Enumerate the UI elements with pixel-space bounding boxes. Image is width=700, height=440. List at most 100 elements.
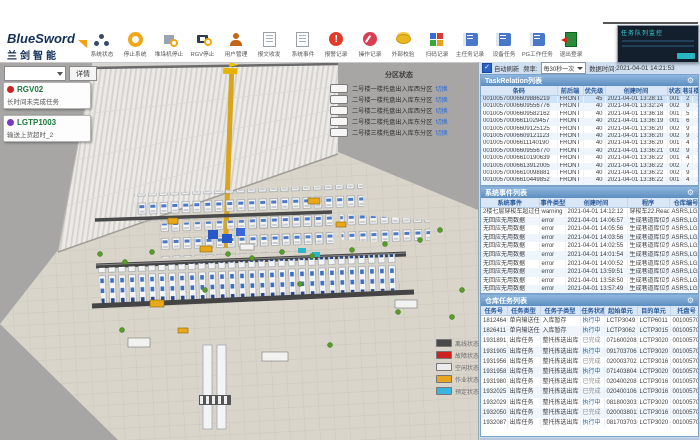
table-row[interactable]: 无回应无用数据error2021-04-01 13:59:51生成巷道库位负请求… — [481, 268, 699, 277]
zone-switch-link[interactable]: 切换 — [435, 84, 447, 93]
table-row[interactable]: 00100570006610098881FRONT402021-04-01 13… — [481, 170, 699, 177]
table-row[interactable]: 00100570006611140190FRONT402021-04-01 13… — [481, 140, 699, 147]
toolbar-operation-record[interactable]: 操作记录 — [353, 31, 387, 58]
table-row[interactable]: 1932025出库任务整托拣选出库已完成0204001062LCTP301600… — [481, 387, 699, 397]
table-row[interactable]: 00100570006609556776FRONT402021-04-01 13… — [481, 103, 699, 110]
table-row[interactable]: 无回应无用数据error2021-04-01 13:58:50生成巷道库位负请求… — [481, 277, 699, 286]
table-row[interactable]: 00100570006609125125FRONT402021-04-01 13… — [481, 126, 699, 133]
toolbar-stacker-stop[interactable]: 堆垛机停止 — [152, 31, 186, 58]
column-header[interactable]: 任务子类型 — [540, 306, 580, 316]
column-header[interactable]: 楼层 — [692, 86, 699, 96]
gear-icon[interactable]: ⚙ — [687, 188, 694, 198]
column-header[interactable]: 起始单元 — [604, 306, 637, 316]
column-header[interactable]: 托盘号 — [670, 306, 699, 316]
table-row[interactable]: 00100570006609582162FRONT402021-04-01 13… — [481, 111, 699, 118]
zone-switch-link[interactable]: 切换 — [435, 106, 447, 115]
column-header[interactable]: 任务类型 — [507, 306, 540, 316]
column-header[interactable]: 状态 — [667, 86, 681, 96]
column-header[interactable]: 任务状态 — [580, 306, 604, 316]
mini-window-button[interactable] — [677, 53, 695, 59]
table-row[interactable]: 1931956出库任务整托拣选出库已完成0200037022LCTP301600… — [481, 357, 699, 367]
column-header[interactable]: 任务号 — [481, 306, 507, 316]
table-row[interactable]: 1826411单向输送任务入库暂存执行中LCTP3062LCTP30150010… — [481, 326, 699, 336]
table-row[interactable]: 2楼七层穿梭车超过任务响应时间warning2021-04-01 14:12:1… — [481, 208, 699, 217]
chevron-down-icon — [57, 72, 63, 76]
zone-checkbox[interactable] — [330, 106, 348, 115]
zone-status-panel: 分区状态 二号楼一楼托盘出入库西分区切换 二号楼一楼托盘出入库东分区切换 二号楼… — [330, 70, 468, 138]
table-row[interactable]: 00100570006611029457FRONT402021-04-01 13… — [481, 118, 699, 125]
zone-row: 二号楼一楼托盘出入库西分区切换 — [330, 83, 468, 94]
zone-panel-title: 分区状态 — [330, 70, 468, 80]
column-header[interactable]: 仓库编号 — [669, 198, 699, 208]
legend-row: 故障状态 — [436, 349, 479, 361]
alert-card-lgtp1003[interactable]: LGTP1003 输送上货超时_2 — [3, 115, 91, 142]
column-header[interactable]: 条码 — [481, 86, 557, 96]
zone-checkbox[interactable] — [330, 128, 348, 137]
table-row[interactable]: 00100570006610190639FRONT402021-04-01 13… — [481, 155, 699, 162]
toolbar-system-status[interactable]: 系统状态 — [85, 31, 119, 58]
frequency-select[interactable]: 每30秒一次 — [541, 62, 587, 74]
toolbar-rgv-stop[interactable]: RGV停止 — [186, 31, 220, 58]
column-header[interactable]: 优先级 — [583, 86, 605, 96]
network-status-icon — [99, 34, 104, 39]
table-row[interactable]: 1932029出库任务整托拣选出库执行中0818003032LCTP302000… — [481, 398, 699, 408]
mini-monitor-window[interactable]: 任务队列监控 — [617, 25, 699, 63]
zone-row: 二号楼三楼托盘出入库东分区切换 — [330, 127, 468, 138]
user-management-icon — [233, 33, 239, 39]
detail-button[interactable]: 详情 — [69, 66, 97, 81]
table-row[interactable]: 1931958出库任务整托拣选出库执行中0714038042LCTP302000… — [481, 367, 699, 377]
table-row[interactable]: 无回应无用数据error2021-04-01 14:00:52生成巷道库位负请求… — [481, 260, 699, 269]
table-row[interactable]: 1931905出库任务整托拣选出库执行中0917037061LCTP302000… — [481, 347, 699, 357]
toolbar-system-event[interactable]: 系统事件 — [286, 31, 320, 58]
toolbar-logout[interactable]: 退出登录 — [554, 31, 588, 58]
column-header[interactable]: 巷道 — [681, 86, 692, 96]
column-header[interactable]: 创建时间 — [605, 86, 667, 96]
zone-switch-link[interactable]: 切换 — [435, 95, 447, 104]
table-row[interactable]: 00100570006609556770FRONT402021-04-01 13… — [481, 148, 699, 155]
zone-switch-link[interactable]: 切换 — [435, 128, 447, 137]
table-row[interactable]: 无回应无用数据error2021-04-01 14:03:56生成巷道库位负请求… — [481, 234, 699, 243]
toolbar-stop-system[interactable]: 停止系统 — [119, 31, 153, 58]
zone-checkbox[interactable] — [330, 117, 348, 126]
toolbar-user-management[interactable]: 用户管理 — [219, 31, 253, 58]
brand-name: BlueSword — [7, 32, 83, 45]
zone-checkbox[interactable] — [330, 84, 348, 93]
table-row[interactable]: 1812464单向输送任务入库暂存执行中LCTP3049LCTP60110010… — [481, 316, 699, 327]
toolbar-message[interactable]: 报文收发 — [253, 31, 287, 58]
table-row[interactable]: 无回应无用数据error2021-04-01 14:01:54生成巷道库位负请求… — [481, 251, 699, 260]
toolbar-scan-record[interactable]: 扫码记录 — [420, 31, 454, 58]
column-header[interactable]: 系统事件 — [481, 198, 539, 208]
table-row[interactable]: 无回应无用数据error2021-04-01 14:06:57生成巷道库位负请求… — [481, 217, 699, 226]
table-row[interactable]: 无回应无用数据error2021-04-01 14:05:56生成巷道库位负请求… — [481, 225, 699, 234]
gear-icon[interactable]: ⚙ — [687, 296, 694, 306]
toolbar-device-task[interactable]: 设备任务 — [487, 31, 521, 58]
toolbar-pg-task[interactable]: PG工作任务 — [521, 31, 555, 58]
toolbar-alarm-record[interactable]: !报警记录 — [320, 31, 354, 58]
table-row[interactable]: 00100570006609886219FRONT452021-04-01 13… — [481, 96, 699, 104]
table-row[interactable]: 无回应无用数据error2021-04-01 14:02:55生成巷道库位负请求… — [481, 242, 699, 251]
legend-row: 离线状态 — [436, 337, 479, 349]
zone-checkbox[interactable] — [330, 95, 348, 104]
table-row[interactable]: 无回应无用数据error2021-04-01 13:57:49生成巷道库位负请求… — [481, 285, 699, 294]
column-header[interactable]: 创建时间 — [565, 198, 627, 208]
column-header[interactable]: 程序 — [627, 198, 669, 208]
table-row[interactable]: 00100570006609121123FRONT402021-04-01 13… — [481, 133, 699, 140]
table-row[interactable]: 1932050出库任务整托拣选出库已完成0200038011LCTP301600… — [481, 408, 699, 418]
toolbar-main-task-record[interactable]: 主任务记录 — [454, 31, 488, 58]
gear-icon[interactable]: ⚙ — [687, 76, 694, 86]
device-filter-select[interactable] — [4, 66, 66, 81]
column-header[interactable]: 目的单元 — [637, 306, 670, 316]
legend-swatch — [436, 375, 452, 383]
alert-card-rgv02[interactable]: RGV02 长时间未完成任务 — [3, 82, 91, 109]
table-row[interactable]: 00100570006610449852FRONT402021-04-01 13… — [481, 177, 699, 184]
table-row[interactable]: 00100570006613912005FRONT402021-04-01 13… — [481, 163, 699, 170]
column-header[interactable]: 前后端 — [557, 86, 583, 96]
table-row[interactable]: 1931980出库任务整托拣选出库已完成0204002081LCTP301600… — [481, 377, 699, 387]
auto-refresh-checkbox[interactable]: ✓ — [482, 63, 492, 73]
table-row[interactable]: 1932087出库任务整托拣选出库执行中0817037032LCTP302000… — [481, 418, 699, 428]
zone-switch-link[interactable]: 切换 — [435, 117, 447, 126]
column-header[interactable]: 事件类型 — [539, 198, 565, 208]
toolbar-external-check[interactable]: 外部校验 — [387, 31, 421, 58]
zebra-crossing — [199, 395, 231, 405]
table-row[interactable]: 1931891出库任务整托拣选出库已完成0716002082LCTP302000… — [481, 336, 699, 346]
